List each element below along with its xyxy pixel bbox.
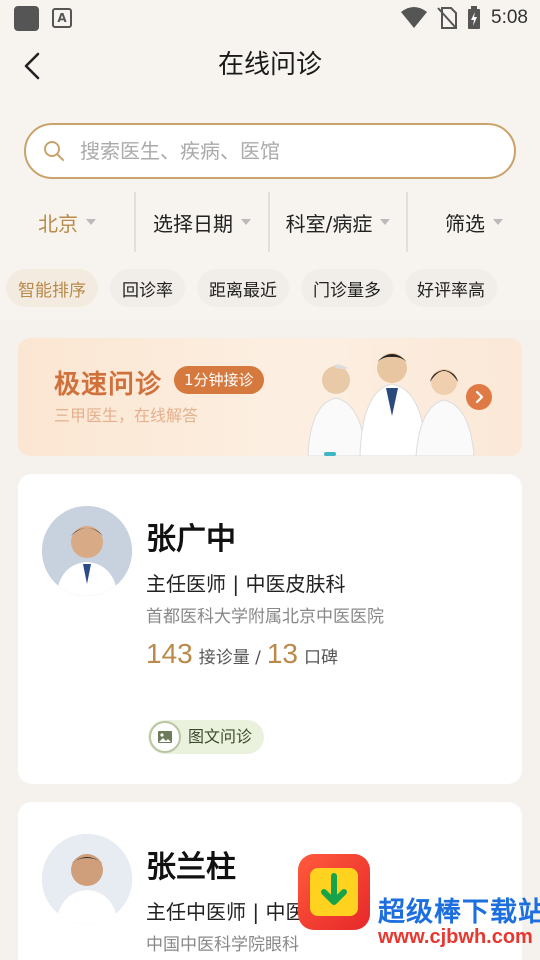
- filter-date[interactable]: 选择日期: [136, 188, 268, 256]
- banner-title: 极速问诊: [54, 370, 163, 400]
- filter-date-label: 选择日期: [153, 211, 233, 236]
- avatar: [42, 506, 132, 596]
- doctor-name: 张兰柱: [146, 850, 236, 885]
- doctor-hospital: 中国中医科学院眼科: [146, 935, 299, 955]
- filter-department-label: 科室/病症: [285, 211, 373, 236]
- chevron-down-icon: [380, 219, 391, 225]
- sort-nearest[interactable]: 距离最近: [197, 269, 289, 307]
- doctor-name: 张广中: [146, 522, 236, 557]
- search-box[interactable]: [24, 123, 516, 179]
- download-logo-icon: [298, 854, 370, 930]
- site-watermark: 超级棒下载站 www.cjbwh.com: [298, 854, 540, 958]
- doctor-title: 主任中医师 | 中医: [146, 900, 306, 924]
- sort-most-visits[interactable]: 门诊量多: [301, 269, 393, 307]
- doctor-title: 主任医师 | 中医皮肤科: [146, 572, 346, 596]
- filter-more-label: 筛选: [445, 211, 485, 236]
- service-tag-image-text[interactable]: 图文问诊: [148, 720, 265, 754]
- no-sim-icon: [437, 7, 458, 29]
- filter-city[interactable]: 北京: [0, 188, 134, 256]
- promo-banner[interactable]: 极速问诊 1分钟接诊 三甲医生，在线解答: [18, 338, 522, 456]
- banner-subtitle: 三甲医生，在线解答: [54, 406, 199, 425]
- chevron-right-icon[interactable]: [466, 384, 492, 410]
- avatar: [42, 834, 132, 924]
- app-notification-icon: [14, 6, 39, 31]
- watermark-name: 超级棒下载站: [378, 897, 540, 928]
- battery-icon: [468, 6, 481, 29]
- doctor-card[interactable]: 张广中 主任医师 | 中医皮肤科 首都医科大学附属北京中医医院 143 接诊量 …: [18, 474, 522, 784]
- chevron-down-icon: [241, 219, 251, 225]
- watermark-url: www.cjbwh.com: [378, 926, 533, 948]
- doctor-hospital: 首都医科大学附属北京中医医院: [146, 607, 384, 627]
- doctor-stats: 143 接诊量 / 13 口碑: [146, 638, 338, 670]
- filter-bar: 北京 选择日期 科室/病症 筛选: [0, 188, 540, 256]
- wifi-icon: [401, 7, 428, 28]
- font-notification-icon: A: [52, 8, 72, 28]
- banner-tag: 1分钟接诊: [174, 366, 264, 394]
- image-icon: [149, 721, 181, 753]
- filter-department[interactable]: 科室/病症: [270, 188, 406, 256]
- status-bar: A 5:08: [0, 0, 540, 36]
- clock: 5:08: [491, 7, 528, 28]
- search-icon: [44, 141, 64, 161]
- rating-count: 13: [266, 638, 299, 669]
- service-label: 图文问诊: [188, 727, 253, 746]
- sort-smart[interactable]: 智能排序: [6, 269, 98, 307]
- search-input[interactable]: [80, 125, 500, 177]
- filter-city-label: 北京: [38, 211, 78, 236]
- sort-bar: 智能排序 回诊率 距离最近 门诊量多 好评率高: [0, 256, 540, 320]
- chevron-down-icon: [493, 219, 503, 225]
- page-title: 在线问诊: [217, 50, 322, 80]
- search-area: [0, 96, 540, 188]
- chevron-down-icon: [86, 219, 96, 225]
- carousel-indicator: [324, 452, 336, 456]
- rating-label: 口碑: [304, 648, 339, 668]
- consult-label: 接诊量 /: [198, 648, 261, 668]
- filter-more[interactable]: 筛选: [408, 188, 540, 256]
- sort-revisit-rate[interactable]: 回诊率: [110, 269, 185, 307]
- doctors-illustration: [307, 353, 475, 456]
- header: 在线问诊: [0, 36, 540, 96]
- sort-best-rated[interactable]: 好评率高: [405, 269, 497, 307]
- consult-count: 143: [146, 638, 193, 669]
